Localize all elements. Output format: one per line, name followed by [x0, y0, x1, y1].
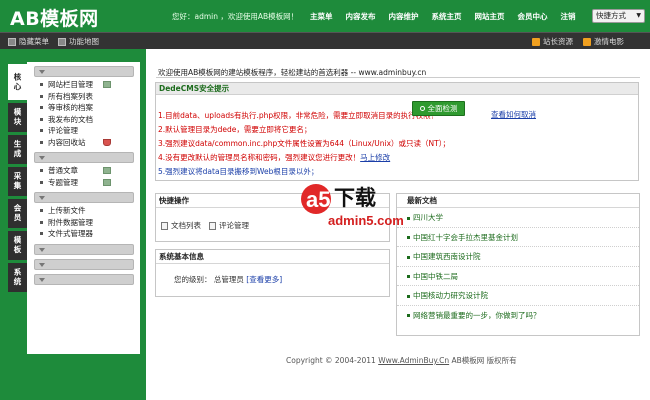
howto-cancel-link[interactable]: 查看如何取消: [491, 109, 536, 120]
newest-docs-title: 最新文档: [397, 194, 639, 208]
tab-system[interactable]: 系统: [8, 263, 27, 292]
level-label: 您的级别：: [174, 275, 212, 284]
tab-collect[interactable]: 采集: [8, 167, 27, 196]
menu-group-header[interactable]: [34, 66, 134, 77]
menu-group-header[interactable]: [34, 273, 134, 285]
menu-group-header[interactable]: [34, 243, 134, 255]
hide-menu-label: 隐藏菜单: [19, 37, 49, 46]
add-icon[interactable]: [103, 167, 111, 174]
sidebar-item-my-docs[interactable]: 我发布的文档: [27, 114, 140, 126]
movie-icon: [583, 37, 591, 46]
watermark-a5: a5: [306, 187, 330, 212]
full-scan-button[interactable]: 全面检测: [412, 101, 465, 116]
site-logo: AB模板网: [10, 8, 99, 30]
system-info-title: 系统基本信息: [156, 250, 389, 264]
trash-icon[interactable]: [103, 138, 111, 146]
hide-menu-icon: [8, 37, 16, 46]
search-icon: [419, 106, 425, 111]
a5-watermark-logo: a5 下载 admin5.com: [301, 184, 404, 228]
tab-member[interactable]: 会员: [8, 199, 27, 228]
function-map-label: 功能地图: [69, 37, 99, 46]
chevron-down-icon: [39, 277, 45, 282]
warning-line-5: 5.强烈建议将data目录搬移到Web根目录以外；: [158, 167, 319, 176]
list-item[interactable]: 中国中铁二局: [397, 267, 639, 286]
chevron-down-icon: [39, 156, 45, 160]
chevron-down-icon: [39, 70, 45, 74]
comment-manage-link[interactable]: 评论管理: [219, 220, 249, 231]
warning-line-1: 1.目前data、uploads有执行.php权限，非常危险，需要立即取消目录的…: [158, 111, 439, 120]
list-item[interactable]: 四川大学: [397, 208, 639, 228]
watermark-url: admin5.com: [328, 213, 404, 228]
list-item[interactable]: 网络营销最重要的一步，你做到了吗？: [397, 306, 639, 326]
sidebar-item-file-manager[interactable]: 文件式管理器: [27, 228, 140, 240]
hide-menu-button[interactable]: 隐藏菜单: [8, 36, 49, 47]
divider: [156, 77, 640, 78]
chevron-down-icon: [39, 262, 45, 267]
resource-icon: [532, 37, 540, 46]
top-nav: 主菜单 内容发布 内容维护 系统主页 网站主页 会员中心 注销: [310, 11, 589, 22]
tab-template[interactable]: 模板: [8, 231, 27, 260]
list-item[interactable]: 中国核动力研究设计院: [397, 286, 639, 306]
sidebar-item-recycle[interactable]: 内容回收站: [27, 137, 140, 149]
document-icon: [161, 221, 168, 230]
doc-list-link[interactable]: 文档列表: [171, 220, 201, 231]
view-more-link[interactable]: [查看更多]: [246, 275, 282, 284]
warning-line-2: 2.默认管理目录为dede，需要立即将它更名；: [158, 125, 312, 134]
list-item[interactable]: 中国红十字会手拉杰里基金计划: [397, 228, 639, 247]
menu-group-header[interactable]: [34, 152, 134, 163]
tab-generate[interactable]: 生成: [8, 135, 27, 164]
menu-group-header[interactable]: [34, 192, 134, 203]
menu-group-header[interactable]: [34, 258, 134, 270]
sidebar-item-all-archives[interactable]: 所有档案列表: [27, 91, 140, 103]
level-value: 总管理员: [213, 275, 244, 284]
nav-member-center[interactable]: 会员中心: [518, 11, 548, 22]
user-greeting: 您好：admin ，欢迎使用AB模板网！: [172, 12, 299, 21]
sidebar-item-pending-archives[interactable]: 等审核的档案: [27, 102, 140, 114]
site-resources-link[interactable]: 站长资源: [532, 36, 573, 47]
tab-core[interactable]: 核心: [8, 64, 27, 100]
movie-label: 激情电影: [594, 37, 624, 46]
security-panel-title: DedeCMS安全提示: [156, 83, 638, 95]
nav-main-menu[interactable]: 主菜单: [310, 11, 333, 22]
sidebar-item-comments[interactable]: 评论管理: [27, 125, 140, 137]
warning-line-4: 4.没有更改默认的管理员名称和密码，强烈建议您进行更改！马上修改: [158, 153, 391, 162]
newest-docs-panel: 最新文档 四川大学 中国红十字会手拉杰里基金计划 中国建筑西南设计院 中国中铁二…: [396, 193, 640, 336]
nav-logout[interactable]: 注销: [561, 11, 576, 22]
tab-module[interactable]: 模块: [8, 103, 27, 132]
movie-link[interactable]: 激情电影: [583, 36, 624, 47]
change-now-link[interactable]: 马上修改: [360, 153, 390, 162]
sidebar-item-channel-manage[interactable]: 网站栏目管理: [27, 79, 140, 91]
footer-copyright: Copyright © 2004-2011 Www.AdminBuy.Cn AB…: [286, 356, 517, 365]
nav-site-home[interactable]: 网站主页: [475, 11, 505, 22]
sidebar-item-attachments[interactable]: 附件数据管理: [27, 217, 140, 229]
sidebar-item-upload[interactable]: 上传新文件: [27, 205, 140, 217]
nav-system-home[interactable]: 系统主页: [432, 11, 462, 22]
top-header: AB模板网 您好：admin ，欢迎使用AB模板网！ 主菜单 内容发布 内容维护…: [0, 0, 650, 32]
warning-line-3: 3.强烈建议data/common.inc.php文件属性设置为644（Linu…: [158, 139, 451, 148]
chevron-down-icon: [39, 196, 45, 200]
watermark-download: 下载: [334, 186, 376, 210]
quick-menu-label: 快捷方式: [596, 11, 626, 20]
sub-toolbar: 隐藏菜单 功能地图 站长资源 激情电影: [0, 32, 650, 49]
list-item[interactable]: 中国建筑西南设计院: [397, 247, 639, 267]
chevron-down-icon: [39, 247, 45, 252]
sidebar-item-topics[interactable]: 专题管理: [27, 177, 140, 189]
map-icon: [58, 37, 66, 46]
chevron-down-icon: ▼: [636, 12, 641, 19]
sidebar-menu: 网站栏目管理 所有档案列表 等审核的档案 我发布的文档 评论管理 内容回收站 普…: [27, 62, 140, 354]
quick-menu-select[interactable]: 快捷方式 ▼: [592, 9, 645, 23]
site-resources-label: 站长资源: [543, 37, 573, 46]
add-icon[interactable]: [103, 81, 111, 88]
add-icon[interactable]: [103, 178, 111, 186]
nav-maintain[interactable]: 内容维护: [389, 11, 419, 22]
vertical-tabs: 核心 模块 生成 采集 会员 模板 系统: [8, 64, 27, 295]
security-panel: DedeCMS安全提示 1.目前data、uploads有执行.php权限，非常…: [155, 82, 639, 181]
system-info-panel: 系统基本信息 您的级别： 总管理员 [查看更多]: [155, 249, 390, 297]
nav-publish[interactable]: 内容发布: [346, 11, 376, 22]
document-icon: [209, 221, 216, 230]
footer-link[interactable]: Www.AdminBuy.Cn: [378, 356, 449, 365]
function-map-button[interactable]: 功能地图: [58, 36, 99, 47]
sidebar-item-articles[interactable]: 普通文章: [27, 165, 140, 177]
